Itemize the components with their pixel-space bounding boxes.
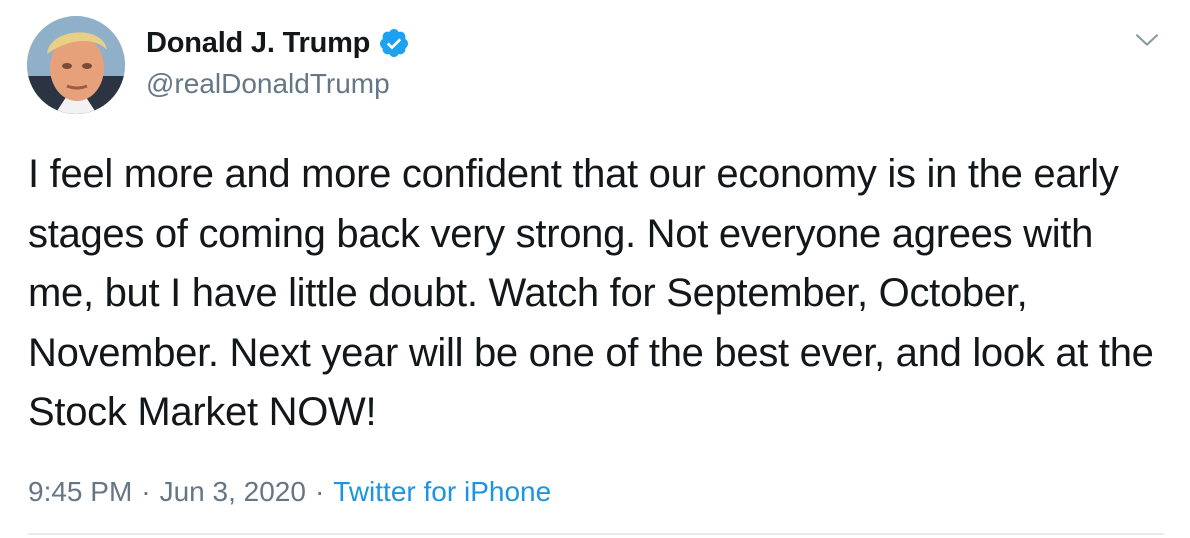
- avatar-image: [27, 16, 125, 114]
- author-name-row: Donald J. Trump: [146, 26, 410, 60]
- meta-separator: ·: [141, 476, 151, 507]
- tweet-time[interactable]: 9:45 PM: [28, 476, 132, 507]
- tweet-text: I feel more and more confident that our …: [28, 152, 1154, 434]
- tweet-card: Donald J. Trump @realDonaldTrump I feel …: [0, 0, 1190, 538]
- author-handle[interactable]: @realDonaldTrump: [146, 67, 390, 101]
- avatar[interactable]: [27, 16, 125, 114]
- tweet-source-link[interactable]: Twitter for iPhone: [333, 476, 551, 507]
- meta-separator: ·: [314, 476, 325, 507]
- author-display-name[interactable]: Donald J. Trump: [146, 26, 370, 60]
- chevron-down-icon[interactable]: [1133, 26, 1161, 54]
- verified-badge-icon: [380, 29, 409, 57]
- tweet-date[interactable]: Jun 3, 2020: [160, 476, 306, 507]
- divider: [28, 533, 1164, 535]
- tweet-meta: 9:45 PM · Jun 3, 2020 · Twitter for iPhone: [28, 474, 551, 510]
